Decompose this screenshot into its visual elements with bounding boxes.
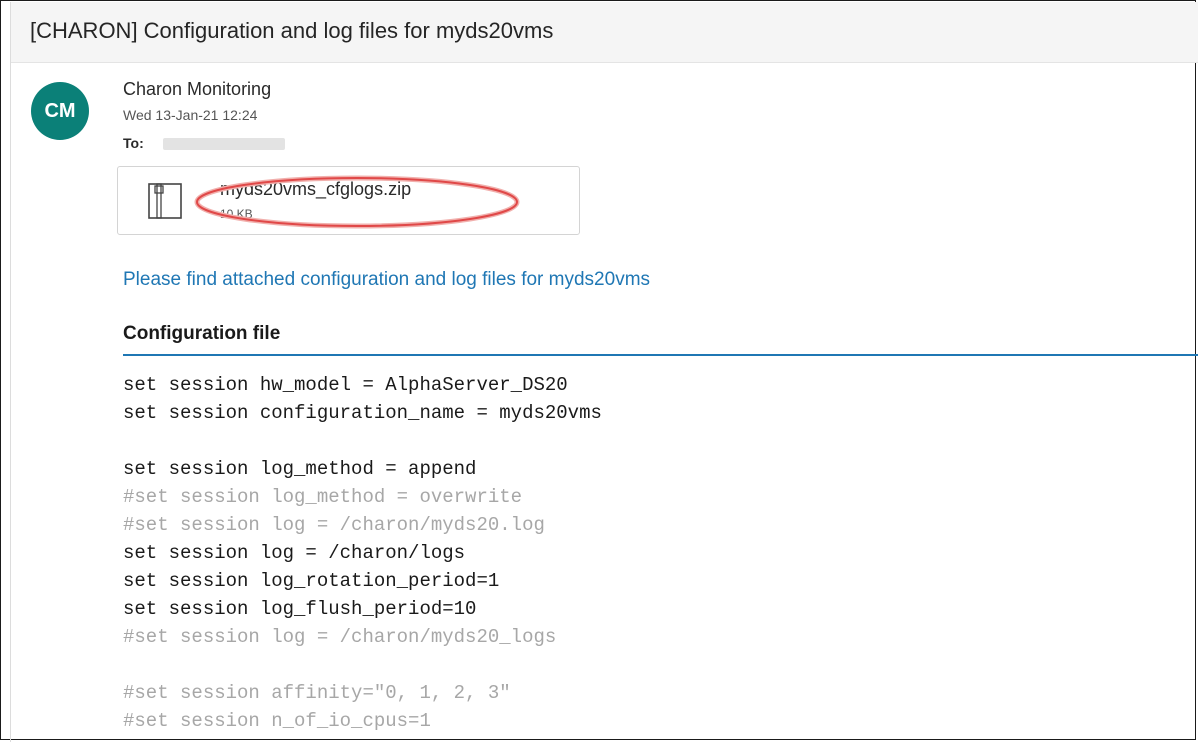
config-file-listing: set session hw_model = AlphaServer_DS20s… xyxy=(123,371,602,735)
pane-divider xyxy=(10,2,11,742)
config-line: set session log = /charon/logs xyxy=(123,542,466,564)
config-line: set session configuration_name = myds20v… xyxy=(123,402,602,424)
config-line: set session log_rotation_period=1 xyxy=(123,570,500,592)
attachment-filename[interactable]: myds20vms_cfglogs.zip xyxy=(220,179,411,200)
attachment-card[interactable]: myds20vms_cfglogs.zip 10 KB xyxy=(117,166,580,235)
recipient-redacted[interactable] xyxy=(163,138,285,150)
attachment-size: 10 KB xyxy=(220,207,253,221)
sender-avatar[interactable]: CM xyxy=(31,82,89,140)
config-line: set session hw_model = AlphaServer_DS20 xyxy=(123,374,568,396)
config-comment-line: #set session log = /charon/myds20.log xyxy=(123,514,545,536)
avatar-initials: CM xyxy=(44,99,76,122)
email-reading-pane: [CHARON] Configuration and log files for… xyxy=(0,0,1198,742)
config-comment-line: #set session n_of_io_cpus=1 xyxy=(123,710,431,732)
body-intro-text: Please find attached configuration and l… xyxy=(123,269,651,290)
email-subject: [CHARON] Configuration and log files for… xyxy=(30,18,554,43)
config-comment-line: #set session log_method = overwrite xyxy=(123,486,523,508)
subject-header: [CHARON] Configuration and log files for… xyxy=(10,2,1198,63)
config-line xyxy=(123,651,602,679)
config-line xyxy=(123,427,602,455)
zip-file-icon xyxy=(148,183,182,219)
config-line: set session log_flush_period=10 xyxy=(123,598,477,620)
config-comment-line: #set session log = /charon/myds20_logs xyxy=(123,626,557,648)
to-label: To: xyxy=(123,135,144,151)
section-divider xyxy=(123,354,1198,356)
config-section-heading: Configuration file xyxy=(123,323,281,344)
config-comment-line: #set session affinity="0, 1, 2, 3" xyxy=(123,682,511,704)
sender-name[interactable]: Charon Monitoring xyxy=(123,79,271,100)
config-line: set session log_method = append xyxy=(123,458,477,480)
sent-date: Wed 13-Jan-21 12:24 xyxy=(123,107,258,123)
